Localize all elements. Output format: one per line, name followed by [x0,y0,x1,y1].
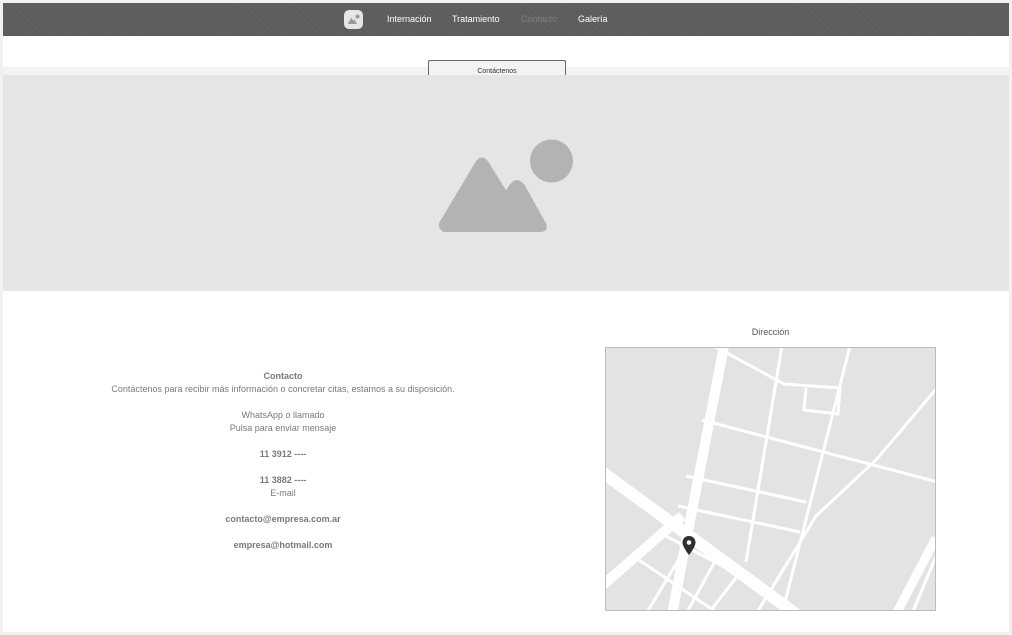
page-frame: Internación Tratamiento Contacto Galería… [3,3,1009,632]
email-link-1[interactable]: contacto@empresa.com.ar [83,513,483,526]
hero-image-placeholder [3,75,1009,291]
top-navbar: Internación Tratamiento Contacto Galería [3,3,1009,36]
nav-link-contacto[interactable]: Contacto [521,14,557,24]
contact-info: Contacto Contáctenos para recibir más in… [83,370,483,552]
phone-number-1[interactable]: 11 3912 ---- [83,448,483,461]
whatsapp-link[interactable]: Pulsa para enviar mensaje [83,422,483,435]
contact-description: Contáctenos para recibir más información… [111,384,455,394]
logo-icon[interactable] [344,10,363,29]
map-pin-icon[interactable] [682,536,696,556]
map[interactable] [605,347,936,611]
nav-link-internacion[interactable]: Internación [387,14,432,24]
nav-link-galeria[interactable]: Galería [578,14,608,24]
map-title: Dirección [751,327,790,337]
email-label: E-mail [270,488,296,498]
contact-title: Contacto [263,371,303,381]
email-link-2[interactable]: empresa@hotmail.com [83,539,483,552]
image-placeholder-icon [438,139,573,232]
whatsapp-label: WhatsApp o llamado [241,410,325,420]
nav-link-tratamiento[interactable]: Tratamiento [452,14,500,24]
map-streets [606,348,935,610]
phone-number-2[interactable]: 11 3882 ---- [83,474,483,487]
